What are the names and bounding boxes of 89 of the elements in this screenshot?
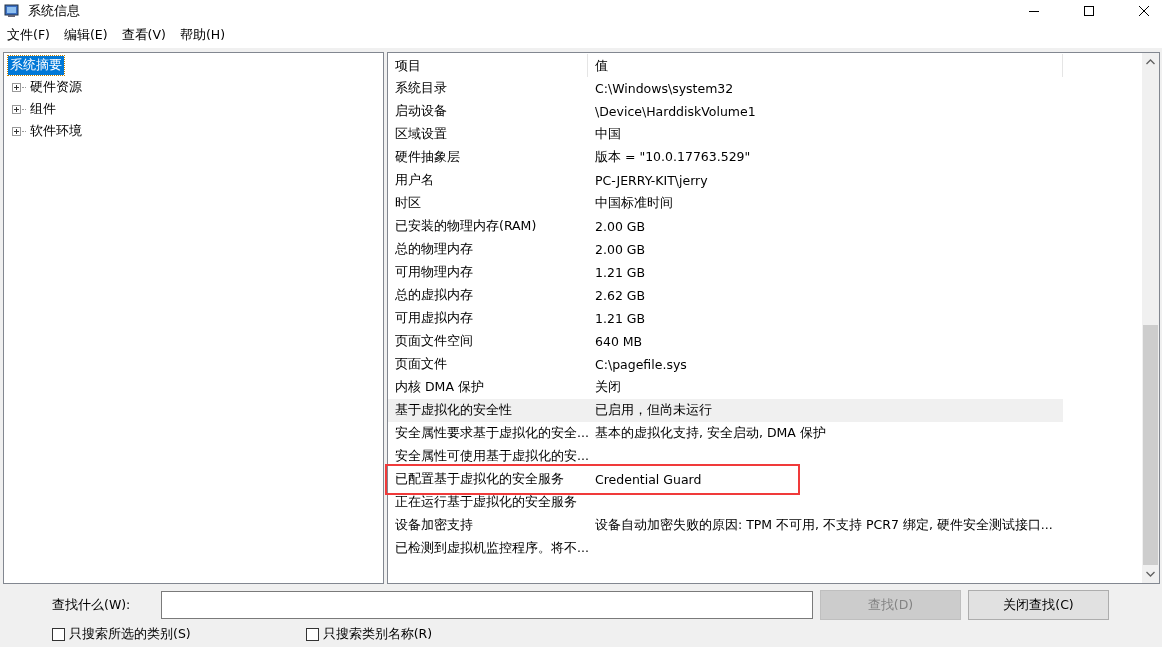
table-row[interactable]: 设备加密支持 设备自动加密失败的原因: TPM 不可用, 不支持 PCR7 绑定, 硬件安全测试接口...	[388, 514, 1063, 537]
app-icon	[4, 3, 20, 19]
table-cell-text: 2.00 GB	[594, 219, 647, 234]
table-cell-text: C:\Windows\system32	[594, 81, 735, 96]
table-cell-text: 中国	[594, 126, 622, 143]
table-cell-text: 基本的虚拟化支持, 安全启动, DMA 保护	[594, 425, 827, 442]
table-row[interactable]: 总的物理内存 2.00 GB	[388, 238, 1063, 261]
table-cell-text: 1.21 GB	[594, 311, 647, 326]
table-cell-text: 中国标准时间	[594, 195, 674, 212]
table-cell-text: 硬件抽象层	[394, 149, 461, 166]
table-row[interactable]: 用户名 PC-JERRY-KIT\jerry	[388, 169, 1063, 192]
menu-item[interactable]: 文件(F)	[7, 26, 50, 44]
table-cell-text: 正在运行基于虚拟化的安全服务	[394, 494, 578, 511]
table-row[interactable]: 可用物理内存 1.21 GB	[388, 261, 1063, 284]
checkbox-label[interactable]: 只搜索所选的类别(S)	[69, 626, 191, 643]
table-row[interactable]: 硬件抽象层 版本 = "10.0.17763.529"	[388, 146, 1063, 169]
tree-item[interactable]: 组件	[28, 99, 58, 119]
search-field[interactable]	[161, 591, 813, 619]
expand-icon[interactable]	[12, 126, 21, 136]
table-row[interactable]: 已安装的物理内存(RAM) 2.00 GB	[388, 215, 1063, 238]
table-cell-text: 可用物理内存	[394, 264, 474, 281]
table-cell-text: 已配置基于虚拟化的安全服务	[394, 471, 565, 488]
table-cell-text: PC-JERRY-KIT\jerry	[594, 173, 709, 188]
table-cell-text: 页面文件	[394, 356, 448, 373]
table-cell-text: 已安装的物理内存(RAM)	[394, 218, 538, 235]
table-cell-text: 已检测到虚拟机监控程序。将不...	[394, 540, 588, 557]
tree-item[interactable]: 系统摘要	[8, 55, 64, 75]
table-cell-text: 关闭	[594, 379, 622, 396]
checkbox[interactable]	[305, 628, 319, 641]
menu-item[interactable]: 帮助(H)	[179, 26, 226, 44]
table-row[interactable]: 正在运行基于虚拟化的安全服务	[388, 491, 1063, 514]
table-cell-text: 版本 = "10.0.17763.529"	[594, 149, 752, 166]
table-cell-text: 时区	[394, 195, 422, 212]
table-cell-text: 基于虚拟化的安全性	[394, 402, 513, 419]
table-row[interactable]: 基于虚拟化的安全性 已启用，但尚未运行	[388, 399, 1063, 422]
close-icon[interactable]	[1139, 6, 1149, 16]
table-row[interactable]: 已配置基于虚拟化的安全服务 Credential Guard	[388, 468, 1063, 491]
table-cell-text: 页面文件空间	[394, 333, 474, 350]
table-cell-text: 可用虚拟内存	[394, 310, 474, 327]
table-row[interactable]: 已检测到虚拟机监控程序。将不...	[388, 537, 1063, 560]
column-header[interactable]: 值	[588, 54, 1063, 77]
table-row[interactable]: 总的虚拟内存 2.62 GB	[388, 284, 1063, 307]
table-cell-text: Credential Guard	[594, 472, 703, 487]
expand-icon[interactable]	[12, 104, 21, 114]
find-label: 查找什么(W):	[52, 596, 132, 614]
menu-item[interactable]: 查看(V)	[121, 26, 166, 44]
scroll-thumb[interactable]	[1143, 325, 1158, 565]
table-row[interactable]: 区域设置 中国	[388, 123, 1063, 146]
table-cell-text: 设备自动加密失败的原因: TPM 不可用, 不支持 PCR7 绑定, 硬件安全测试接口...	[594, 517, 1054, 534]
table-row[interactable]: 安全属性要求基于虚拟化的安全... 基本的虚拟化支持, 安全启动, DMA 保护	[388, 422, 1063, 445]
table-cell-text: 用户名	[394, 172, 435, 189]
table-cell-text: 2.00 GB	[594, 242, 647, 257]
close-find-button[interactable]: 关闭查找(C)	[968, 590, 1109, 620]
scroll-up-icon[interactable]	[1146, 59, 1155, 65]
table-row[interactable]: 内核 DMA 保护 关闭	[388, 376, 1063, 399]
checkbox-label[interactable]: 只搜索类别名称(R)	[322, 626, 433, 643]
table-cell-text: 安全属性可使用基于虚拟化的安...	[394, 448, 588, 465]
table-cell-text: 设备加密支持	[394, 517, 474, 534]
expand-icon[interactable]	[12, 82, 21, 92]
column-header[interactable]: 项目	[388, 54, 588, 77]
table-cell-text: 区域设置	[394, 126, 448, 143]
minimize-icon[interactable]	[1029, 10, 1039, 12]
table-row[interactable]: 时区 中国标准时间	[388, 192, 1063, 215]
window-title: 系统信息	[28, 2, 80, 20]
table-cell-text: 总的物理内存	[394, 241, 474, 258]
scrollbar[interactable]	[1142, 53, 1159, 583]
table-row[interactable]: 可用虚拟内存 1.21 GB	[388, 307, 1063, 330]
checkbox[interactable]	[52, 628, 65, 641]
table-row[interactable]: 系统目录 C:\Windows\system32	[388, 77, 1063, 100]
tree-item[interactable]: 硬件资源	[28, 77, 84, 97]
tree-item[interactable]: 软件环境	[28, 121, 84, 141]
table-cell-text: 640 MB	[594, 334, 644, 349]
table-cell-text: C:\pagefile.sys	[594, 357, 688, 372]
table-cell-text: 1.21 GB	[594, 265, 647, 280]
table-row[interactable]: 页面文件空间 640 MB	[388, 330, 1063, 353]
table-row[interactable]: 安全属性可使用基于虚拟化的安...	[388, 445, 1063, 468]
scroll-down-icon[interactable]	[1146, 571, 1155, 577]
table-cell-text: \Device\HarddiskVolume1	[594, 104, 757, 119]
table-cell-text: 总的虚拟内存	[394, 287, 474, 304]
table-cell-text: 安全属性要求基于虚拟化的安全...	[394, 425, 588, 442]
table-row[interactable]: 启动设备 \Device\HarddiskVolume1	[388, 100, 1063, 123]
maximize-icon[interactable]	[1084, 6, 1094, 16]
table-cell-text: 系统目录	[394, 80, 448, 97]
table-cell-text: 2.62 GB	[594, 288, 647, 303]
menu-item[interactable]: 编辑(E)	[63, 26, 108, 44]
table-cell-text: 已启用，但尚未运行	[594, 402, 713, 419]
table-cell-text: 内核 DMA 保护	[394, 379, 485, 396]
table-cell-text: 启动设备	[394, 103, 448, 120]
table-row[interactable]: 页面文件 C:\pagefile.sys	[388, 353, 1063, 376]
